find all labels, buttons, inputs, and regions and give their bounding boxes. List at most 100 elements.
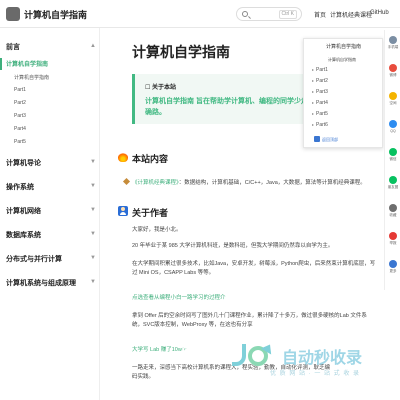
chevron-down-icon[interactable]: ▼ bbox=[90, 255, 96, 261]
share-label: 微信 bbox=[389, 157, 397, 161]
wechat-icon bbox=[389, 148, 397, 156]
list-item: 《计算机经典课程》：数据结构，计算机基础，C/C++，Java，大数据，算法等计… bbox=[122, 177, 366, 186]
watermark: 自动秒收录 优 质 网 站 · 一 站 式 收 录 bbox=[232, 340, 382, 380]
chevron-down-icon[interactable]: ▼ bbox=[90, 159, 96, 165]
share-wechat[interactable]: 微信 bbox=[386, 148, 400, 162]
search-input[interactable]: Ctrl K bbox=[236, 7, 302, 21]
sidebar-subitem[interactable]: Part5 bbox=[14, 139, 26, 145]
toc-item[interactable]: ▸ Part3 bbox=[312, 89, 328, 95]
qzone-icon bbox=[389, 92, 397, 100]
section-heading-author: 关于作者 bbox=[132, 208, 169, 218]
site-logo-icon[interactable] bbox=[6, 7, 20, 21]
toc-item-label: Part4 bbox=[316, 100, 328, 106]
share-weibo[interactable]: 微博 bbox=[386, 64, 400, 78]
table-of-contents-popup: 计算机自学指南 计算机自学指南 ▸ Part1 ▸ Part2 ▸ Part3 ▸ Pa… bbox=[303, 38, 383, 148]
share-favorite[interactable]: 收藏 bbox=[386, 204, 400, 218]
share-more[interactable]: 更多 bbox=[386, 260, 400, 274]
page-title: 计算机自学指南 bbox=[132, 44, 230, 60]
sidebar-group-preface[interactable]: 前言 bbox=[6, 42, 20, 52]
share-label: QQ bbox=[390, 129, 396, 133]
search-icon bbox=[242, 11, 248, 17]
moments-icon bbox=[389, 176, 397, 184]
toc-item-label: Part6 bbox=[316, 122, 328, 128]
sidebar-group-distributed[interactable]: 分布式与并行计算 bbox=[6, 254, 62, 264]
share-moments[interactable]: 朋友圈 bbox=[386, 176, 400, 190]
toc-item[interactable]: ▸ Part4 bbox=[312, 100, 328, 106]
back-to-top-icon[interactable] bbox=[314, 136, 320, 142]
section-heading-content: 本站内容 bbox=[132, 154, 169, 164]
sidebar-group-database[interactable]: 数据库系统 bbox=[6, 230, 41, 240]
toc-item[interactable]: ▸ Part5 bbox=[312, 111, 328, 117]
share-label: 收藏 bbox=[389, 213, 397, 217]
more-icon bbox=[389, 260, 397, 268]
list-item-text: ：数据结构，计算机基础，C/C++，Java，大数据，算法等计算机经典课程。 bbox=[178, 180, 366, 186]
author-paragraph: 拿到 Offer 后的空余时间写了图外几十门课程作业，累计降了十多万，做过很多硬… bbox=[132, 313, 367, 328]
author-paragraph: 在大学期间积累过很多技术，比如Java，安卓开发，树莓派，Python爬虫，后来… bbox=[132, 261, 376, 276]
watermark-logo-icon bbox=[232, 341, 278, 366]
caret-right-icon: ▸ bbox=[312, 100, 315, 105]
pencil-icon bbox=[122, 177, 131, 186]
sidebar-subitem[interactable]: 计算机自学指南 bbox=[14, 74, 49, 81]
chevron-up-icon[interactable]: ▲ bbox=[90, 43, 96, 49]
share-report[interactable]: 举报 bbox=[386, 232, 400, 246]
nav-github-link[interactable]: GitHub bbox=[370, 10, 389, 16]
toc-item-label: Part2 bbox=[316, 78, 328, 84]
caret-right-icon: ▸ bbox=[312, 89, 315, 94]
author-paragraph: 20 年毕业于某 985 大学计算机科班，是数科班，但我大学期间仍然靠以自学为主… bbox=[132, 243, 334, 249]
search-shortcut-hint: Ctrl K bbox=[278, 10, 297, 19]
share-label: 空间 bbox=[389, 101, 397, 105]
share-mobile[interactable]: 手机端 bbox=[386, 36, 400, 50]
watermark-text: 自动秒收录 bbox=[282, 350, 363, 367]
toc-item[interactable]: ▸ Part2 bbox=[312, 78, 328, 84]
share-qzone[interactable]: 空间 bbox=[386, 92, 400, 106]
toc-item-label: Part3 bbox=[316, 89, 328, 95]
caret-right-icon: ▸ bbox=[312, 111, 315, 116]
sidebar-group-intro[interactable]: 计算机导论 bbox=[6, 158, 41, 168]
toc-title[interactable]: 计算机自学指南 bbox=[326, 43, 361, 50]
sidebar-item-active[interactable]: 计算机自学指南 bbox=[6, 59, 48, 68]
top-header: 计算机自学指南 Ctrl K 首页 计算机经典课程 GitHub bbox=[0, 0, 400, 28]
chevron-down-icon[interactable]: ▼ bbox=[90, 207, 96, 213]
tip-title: ☐ 关于本站 bbox=[145, 85, 177, 91]
share-label: 更多 bbox=[389, 269, 397, 273]
active-indicator bbox=[0, 58, 2, 70]
tip-title-text: 关于本站 bbox=[152, 85, 177, 91]
qq-icon bbox=[389, 120, 397, 128]
star-icon bbox=[389, 204, 397, 212]
caret-right-icon: ▸ bbox=[312, 67, 315, 72]
nav-home-link[interactable]: 首页 bbox=[314, 10, 326, 19]
sidebar-group-system[interactable]: 计算机系统与组成原理 bbox=[6, 278, 76, 288]
sidebar-subitem[interactable]: Part2 bbox=[14, 100, 26, 106]
share-label: 微博 bbox=[389, 73, 397, 77]
toc-subtitle[interactable]: 计算机自学指南 bbox=[328, 57, 356, 63]
share-sidebar: 手机端 微博 空间 QQ 微信 朋友圈 收藏 举报 更多 bbox=[384, 30, 400, 290]
share-label: 举报 bbox=[389, 241, 397, 245]
mobile-icon bbox=[389, 36, 397, 44]
toc-item[interactable]: ▸ Part6 bbox=[312, 122, 328, 128]
chevron-down-icon[interactable]: ▼ bbox=[90, 279, 96, 285]
author-avatar-icon bbox=[118, 206, 128, 216]
sidebar-group-network[interactable]: 计算机网络 bbox=[6, 206, 41, 216]
sidebar-subitem[interactable]: Part3 bbox=[14, 113, 26, 119]
toc-item-label: Part5 bbox=[316, 111, 328, 117]
fire-icon bbox=[118, 152, 128, 162]
toc-item-label: Part1 bbox=[316, 67, 328, 73]
share-label: 手机端 bbox=[387, 45, 399, 49]
share-label: 朋友圈 bbox=[387, 185, 399, 189]
report-icon bbox=[389, 232, 397, 240]
share-qq[interactable]: QQ bbox=[386, 120, 400, 133]
sidebar-group-os[interactable]: 操作系统 bbox=[6, 182, 34, 192]
chevron-down-icon[interactable]: ▼ bbox=[90, 231, 96, 237]
toc-back-to-top[interactable]: 返回顶部 bbox=[322, 137, 338, 143]
courses-link[interactable]: 《计算机经典课程》 bbox=[132, 180, 179, 186]
toc-item[interactable]: ▸ Part1 bbox=[312, 67, 328, 73]
nav-courses-link[interactable]: 计算机经典课程 bbox=[330, 10, 372, 19]
site-title[interactable]: 计算机自学指南 bbox=[24, 8, 87, 21]
chevron-down-icon[interactable]: ▼ bbox=[90, 183, 96, 189]
sidebar-subitem[interactable]: Part1 bbox=[14, 87, 26, 93]
caret-right-icon: ▸ bbox=[312, 78, 315, 83]
weibo-icon bbox=[389, 64, 397, 72]
author-link[interactable]: 点选查看从编程小白一路学习的过程介 bbox=[132, 294, 377, 303]
caret-right-icon: ▸ bbox=[312, 122, 315, 127]
sidebar-subitem[interactable]: Part4 bbox=[14, 126, 26, 132]
